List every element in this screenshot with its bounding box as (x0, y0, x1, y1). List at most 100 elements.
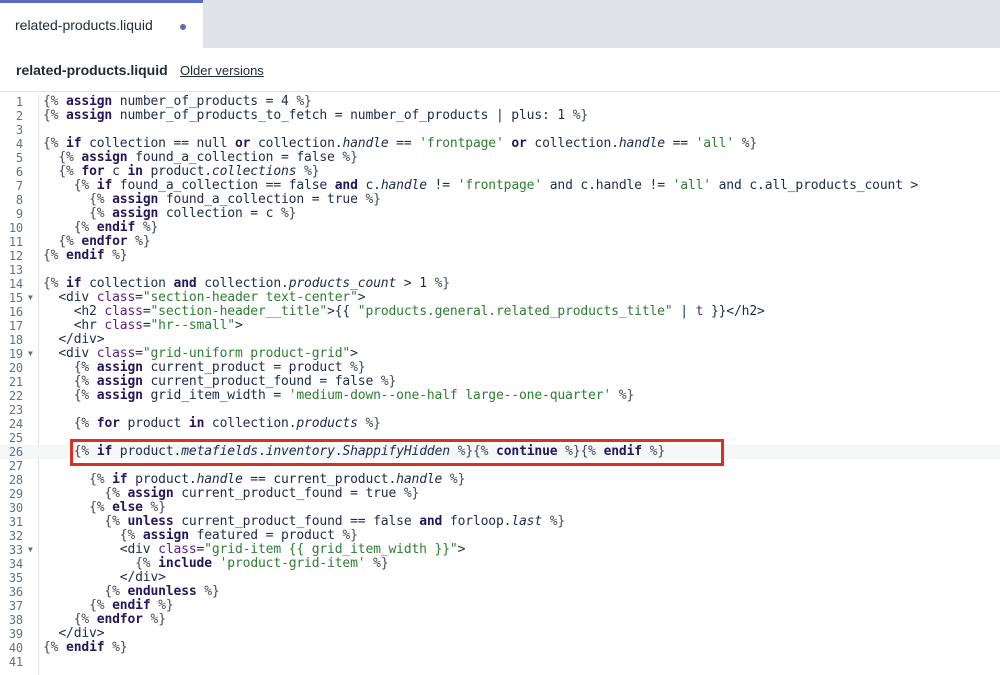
line-number: 19 (8, 347, 23, 361)
tab-related-products[interactable]: related-products.liquid (0, 0, 203, 48)
code-line[interactable]: 14 {% if collection and collection.produc… (0, 277, 1000, 292)
code-line[interactable]: 23 (0, 403, 1000, 417)
code-text: {% if collection == null or collection.h… (43, 136, 758, 151)
code-line[interactable]: 40 {% endif %} (0, 640, 1000, 656)
line-number: 14 (8, 277, 23, 291)
code-line[interactable]: 37 {% endif %} (0, 598, 1000, 614)
code-text: {% endif %} (73, 220, 159, 235)
line-number: 21 (8, 375, 23, 389)
code-text: {% assign number_of_products = 4 %} (43, 95, 312, 109)
code-line[interactable]: 5 {% assign found_a_collection = false %… (0, 150, 1000, 166)
code-text: {% assign found_a_collection = true %} (89, 192, 381, 207)
code-line[interactable]: 8 {% assign found_a_collection = true %} (0, 192, 1000, 208)
code-text: <h2 class="section-header__title">{{ "pr… (43, 304, 765, 319)
line-number: 11 (8, 235, 23, 249)
code-text: {% for product in collection.products %} (73, 416, 381, 431)
code-text: {% else %} (89, 500, 166, 515)
line-number: 41 (8, 655, 23, 669)
code-text: {% endif %} (43, 640, 128, 655)
code-line[interactable]: 1 {% assign number_of_products = 4 %} (0, 95, 1000, 109)
line-number: 12 (8, 249, 23, 263)
code-line[interactable]: 22 {% assign grid_item_width = 'medium-d… (0, 388, 1000, 404)
code-line[interactable]: 2 {% assign number_of_products_to_fetch =… (0, 108, 1000, 124)
line-number: 24 (8, 417, 23, 431)
code-text: <div class="section-header text-center"> (43, 290, 366, 305)
line-number: 20 (8, 361, 23, 375)
code-text: {% unless current_product_found == false… (104, 514, 566, 529)
code-text: {% endunless %} (104, 584, 220, 599)
code-editor[interactable]: 1 {% assign number_of_products = 4 %} 2 {% … (0, 95, 1000, 675)
line-number: 40 (8, 641, 23, 655)
code-line[interactable]: 13 (0, 263, 1000, 277)
fold-arrow-icon[interactable]: ▼ (28, 543, 33, 557)
code-text: {% assign number_of_products_to_fetch = … (43, 108, 589, 123)
code-line[interactable]: 16 <h2 class="section-header__title">{{ … (0, 304, 1000, 320)
code-line[interactable]: 30 {% else %} (0, 500, 1000, 516)
line-number: 31 (8, 515, 23, 529)
code-line[interactable]: 33 ▼ <div class="grid-item {{ grid_item_w… (0, 543, 1000, 558)
code-text: <hr class="hr--small"> (43, 318, 243, 333)
file-title: related-products.liquid (16, 62, 168, 78)
code-line[interactable]: 36 {% endunless %} (0, 584, 1000, 600)
older-versions-link[interactable]: Older versions (180, 63, 264, 78)
highlight-annotation (70, 439, 724, 466)
code-line[interactable]: 11 {% endfor %} (0, 234, 1000, 250)
code-text: {% assign found_a_collection = false %} (58, 150, 358, 165)
code-line[interactable]: 17 <hr class="hr--small"> (0, 318, 1000, 334)
code-text: {% endfor %} (58, 234, 151, 249)
code-line[interactable]: 12 {% endif %} (0, 249, 1000, 264)
line-number: 32 (8, 529, 23, 543)
code-line[interactable]: 6 {% for c in product.collections %} (0, 164, 1000, 180)
code-line[interactable]: 35 </div> (0, 570, 1000, 586)
code-line[interactable]: 10 {% endif %} (0, 220, 1000, 236)
line-number: 34 (8, 557, 23, 571)
code-line[interactable]: 3 (0, 123, 1000, 137)
line-number: 35 (8, 571, 23, 585)
line-number: 17 (8, 319, 23, 333)
code-text: {% if found_a_collection == false and c.… (73, 178, 919, 193)
tab-label: related-products.liquid (15, 17, 153, 33)
line-number: 5 (15, 151, 23, 165)
fold-arrow-icon[interactable]: ▼ (28, 291, 33, 305)
code-text: {% endif %} (89, 598, 174, 613)
code-line[interactable]: 29 {% assign current_product_found = tru… (0, 487, 1000, 502)
code-line[interactable]: 24 {% for product in collection.products… (0, 416, 1000, 432)
code-line[interactable]: 34 {% include 'product-grid-item' %} (0, 557, 1000, 572)
code-text: </div> (43, 570, 166, 585)
code-line[interactable]: 28 {% if product.handle == current_produ… (0, 472, 1000, 488)
code-text: {% for c in product.collections %} (58, 164, 320, 179)
code-line[interactable]: 32 {% assign featured = product %} (0, 528, 1000, 544)
line-number: 8 (15, 193, 23, 207)
line-number: 36 (8, 585, 23, 599)
code-line[interactable]: 41 (0, 655, 1000, 669)
code-line[interactable]: 39 </div> (0, 626, 1000, 642)
code-line[interactable]: 38 {% endfor %} (0, 613, 1000, 628)
line-number: 4 (15, 137, 23, 151)
line-number: 3 (15, 123, 23, 137)
code-line[interactable]: 7 {% if found_a_collection == false and … (0, 178, 1000, 194)
fold-arrow-icon[interactable]: ▼ (28, 347, 33, 361)
code-text: {% assign featured = product %} (119, 528, 358, 543)
line-number: 22 (8, 389, 23, 403)
code-text: {% assign grid_item_width = 'medium-down… (73, 388, 635, 403)
code-line[interactable]: 31 {% unless current_product_found == fa… (0, 514, 1000, 530)
code-text: {% if product.handle == current_product.… (89, 472, 466, 487)
line-number: 37 (8, 599, 23, 613)
line-number: 26 (8, 445, 23, 459)
line-number: 2 (15, 109, 23, 123)
code-line[interactable]: 9 {% assign collection = c %} (0, 206, 1000, 222)
line-number: 28 (8, 473, 23, 487)
line-number: 7 (15, 179, 23, 193)
code-area[interactable]: 1 {% assign number_of_products = 4 %} 2 {% … (0, 95, 1000, 669)
code-text: </div> (43, 626, 105, 641)
code-text: {% assign collection = c %} (89, 206, 297, 221)
code-line[interactable]: 20 {% assign current_product = product %… (0, 361, 1000, 376)
code-line[interactable]: 21 {% assign current_product_found = fal… (0, 375, 1000, 390)
code-line[interactable]: 4 {% if collection == null or collection.… (0, 136, 1000, 152)
code-line[interactable]: 15 ▼ <div class="section-header text-cent… (0, 290, 1000, 306)
line-number: 18 (8, 333, 23, 347)
code-line[interactable]: 19 ▼ <div class="grid-uniform product-gri… (0, 347, 1000, 362)
code-line[interactable]: 18 </div> (0, 333, 1000, 348)
line-number: 15 (8, 291, 23, 305)
line-number: 27 (8, 459, 23, 473)
